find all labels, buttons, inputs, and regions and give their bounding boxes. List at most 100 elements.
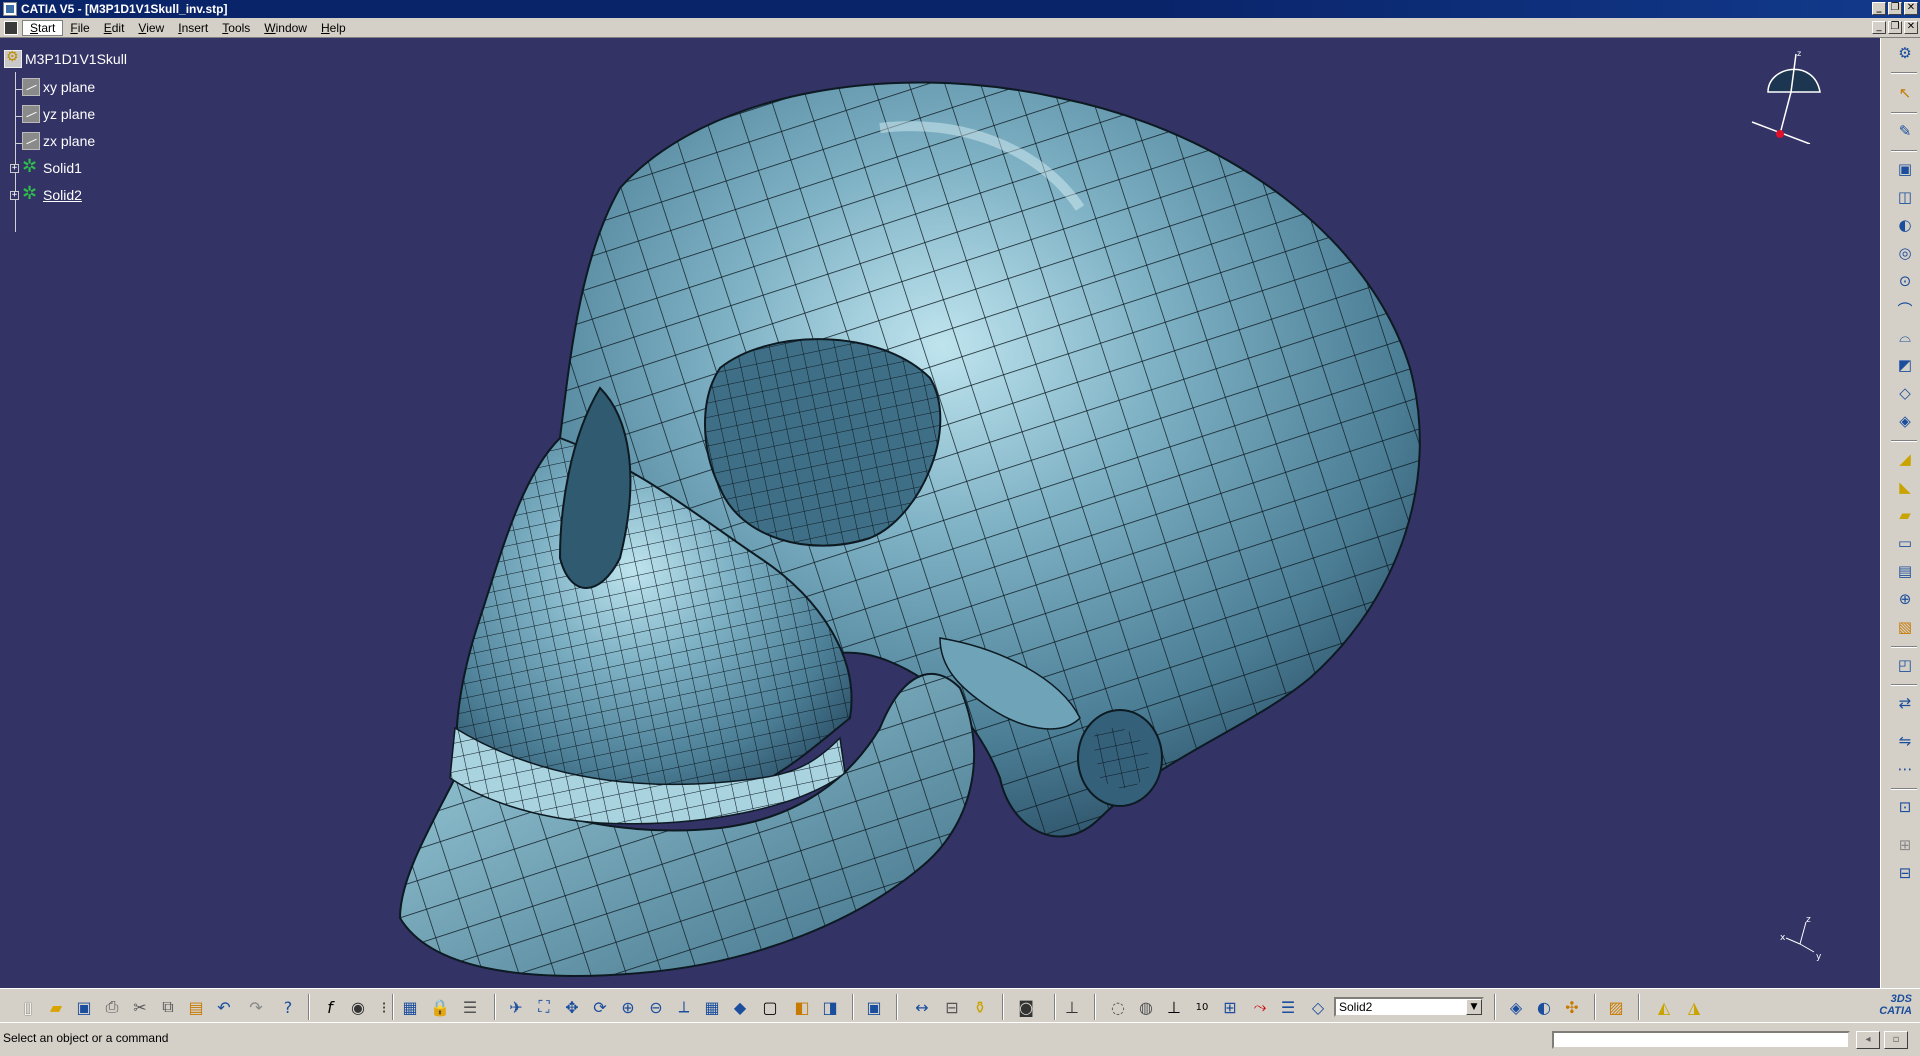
groove-icon[interactable]: ◎ [1894,242,1916,264]
pad-icon[interactable]: ▣ [1894,158,1916,180]
paste-icon[interactable]: ▤ [184,995,208,1019]
chamfer-icon[interactable]: ◣ [1894,476,1916,498]
lock-icon[interactable]: 🔒 [428,995,452,1019]
whats-this-icon[interactable]: ? [276,995,300,1019]
grid-icon[interactable]: ⊞ [1218,995,1242,1019]
axis-system-icon[interactable]: ⊥ [1060,995,1084,1019]
gear-icon[interactable]: ⚙ [1894,42,1916,64]
fly-mode-icon[interactable]: ✈ [504,995,528,1019]
open-icon[interactable]: ▰ [44,995,68,1019]
menu-help[interactable]: Help [314,21,353,35]
print-icon[interactable]: ⎙ [100,995,124,1019]
stiffener-icon[interactable]: ◩ [1894,354,1916,376]
hole-icon[interactable]: ⊙ [1894,270,1916,292]
graphic-properties-icon[interactable]: ◈ [1504,995,1528,1019]
tree-item-label[interactable]: xy plane [43,79,95,95]
fillet-icon[interactable]: ◢ [1894,448,1916,470]
tree-root-label[interactable]: M3P1D1V1Skull [25,51,127,67]
slot-icon[interactable]: ⌓ [1894,326,1916,348]
command-list-button[interactable]: ▫ [1884,1031,1908,1049]
multi-view-icon[interactable]: ▦ [700,995,724,1019]
menu-view[interactable]: View [131,21,171,35]
measure-between-icon[interactable]: ↔ [910,995,934,1019]
menu-insert[interactable]: Insert [171,21,215,35]
minimize-button[interactable]: _ [1872,2,1886,15]
layer-filter-icon[interactable]: ☰ [1276,995,1300,1019]
layer-select[interactable]: Solid2 ▼ [1334,997,1484,1017]
shaft-icon[interactable]: ◐ [1894,214,1916,236]
menu-edit[interactable]: Edit [97,21,132,35]
apply-icon[interactable]: ◮ [1682,995,1706,1019]
snap-icon[interactable]: ⤳ [1248,995,1272,1019]
command-input[interactable] [1552,1031,1850,1049]
rib-icon[interactable]: ⌒ [1894,298,1916,320]
tree-expand-solid1[interactable]: + [10,164,19,173]
select-arrow-icon[interactable]: ↖ [1894,82,1916,104]
sketcher-icon[interactable]: ✎ [1894,120,1916,142]
skull-model[interactable] [0,38,1880,988]
view-mode-icon[interactable]: ▢ [758,995,782,1019]
thread-icon[interactable]: ⊕ [1894,588,1916,610]
formula-icon[interactable]: f [318,995,342,1019]
pattern-icon[interactable]: ⋯ [1894,758,1916,780]
copy-icon[interactable]: ⧉ [156,995,180,1019]
measure-item-icon[interactable]: ⊟ [940,995,964,1019]
tree-item-zx-plane[interactable]: zx plane [22,132,95,150]
material-icon[interactable]: ◐ [1532,995,1556,1019]
restore-button[interactable]: ❐ [1888,2,1902,15]
iso-view-icon[interactable]: ◆ [728,995,752,1019]
draft-icon[interactable]: ▰ [1894,504,1916,526]
document-menu-icon[interactable] [4,20,18,35]
scale-icon[interactable]: 10 [1190,995,1214,1019]
axis-icon[interactable]: ⊥ [1162,995,1186,1019]
cut-icon[interactable]: ✂ [128,995,152,1019]
table-icon[interactable]: ▦ [398,995,422,1019]
remove-face-icon[interactable]: ▧ [1894,616,1916,638]
menu-file[interactable]: File [63,21,96,35]
fit-all-icon[interactable]: ⛶ [532,995,556,1019]
knowledge-icon[interactable]: ◉ [346,995,370,1019]
boolean-icon[interactable]: ⊞ [1894,834,1916,856]
3d-viewport[interactable]: M3P1D1V1Skull xy plane yz plane zx plane… [0,38,1880,988]
tree-item-yz-plane[interactable]: yz plane [22,105,95,123]
scaling-icon[interactable]: ⊡ [1894,796,1916,818]
doc-minimize-button[interactable]: _ [1872,21,1886,34]
menu-start[interactable]: Start [22,19,64,36]
mirror-icon[interactable]: ⇋ [1894,730,1916,752]
assemble-icon[interactable]: ⊟ [1894,862,1916,884]
rotate-icon[interactable]: ⟳ [588,995,612,1019]
undo-icon[interactable]: ↶ [212,995,236,1019]
capture-icon[interactable]: ▣ [862,995,886,1019]
thickness-icon[interactable]: ▤ [1894,560,1916,582]
tree-item-label[interactable]: Solid1 [43,160,82,176]
remove-loft-icon[interactable]: ◈ [1894,410,1916,432]
apply-material-icon[interactable]: ▨ [1604,995,1628,1019]
doc-restore-button[interactable]: ❐ [1888,21,1902,34]
tree-expand-solid2[interactable]: + [10,191,19,200]
loft-icon[interactable]: ◇ [1894,382,1916,404]
menu-window[interactable]: Window [257,21,314,35]
save-icon[interactable]: ▣ [72,995,96,1019]
catia-app-icon[interactable] [3,2,17,16]
shell-icon[interactable]: ▭ [1894,532,1916,554]
manipulator-icon[interactable]: ◍ [1134,995,1158,1019]
close-button[interactable]: ✕ [1904,2,1918,15]
hide-show-icon[interactable]: ◧ [790,995,814,1019]
zoom-in-icon[interactable]: ⊕ [616,995,640,1019]
layer-icon[interactable]: ◇ [1306,995,1330,1019]
measure-inertia-icon[interactable]: ⚱ [968,995,992,1019]
tree-item-solid2[interactable]: Solid2 [22,183,82,204]
tools-palette-icon[interactable]: ◌ [1106,995,1130,1019]
pocket-icon[interactable]: ◫ [1894,186,1916,208]
doc-close-button[interactable]: ✕ [1904,21,1918,34]
tree-item-xy-plane[interactable]: xy plane [22,78,95,96]
swap-visible-icon[interactable]: ◨ [818,995,842,1019]
translate-icon[interactable]: ⇄ [1894,692,1916,714]
tree-item-label[interactable]: Solid2 [43,187,82,203]
chevron-down-icon[interactable]: ▼ [1466,999,1482,1015]
tree-item-label[interactable]: zx plane [43,133,95,149]
tree-item-solid1[interactable]: Solid1 [22,156,82,177]
new-icon[interactable]: ▯ [16,995,40,1019]
tree-item-label[interactable]: yz plane [43,106,95,122]
catalog-icon[interactable]: ☰ [458,995,482,1019]
